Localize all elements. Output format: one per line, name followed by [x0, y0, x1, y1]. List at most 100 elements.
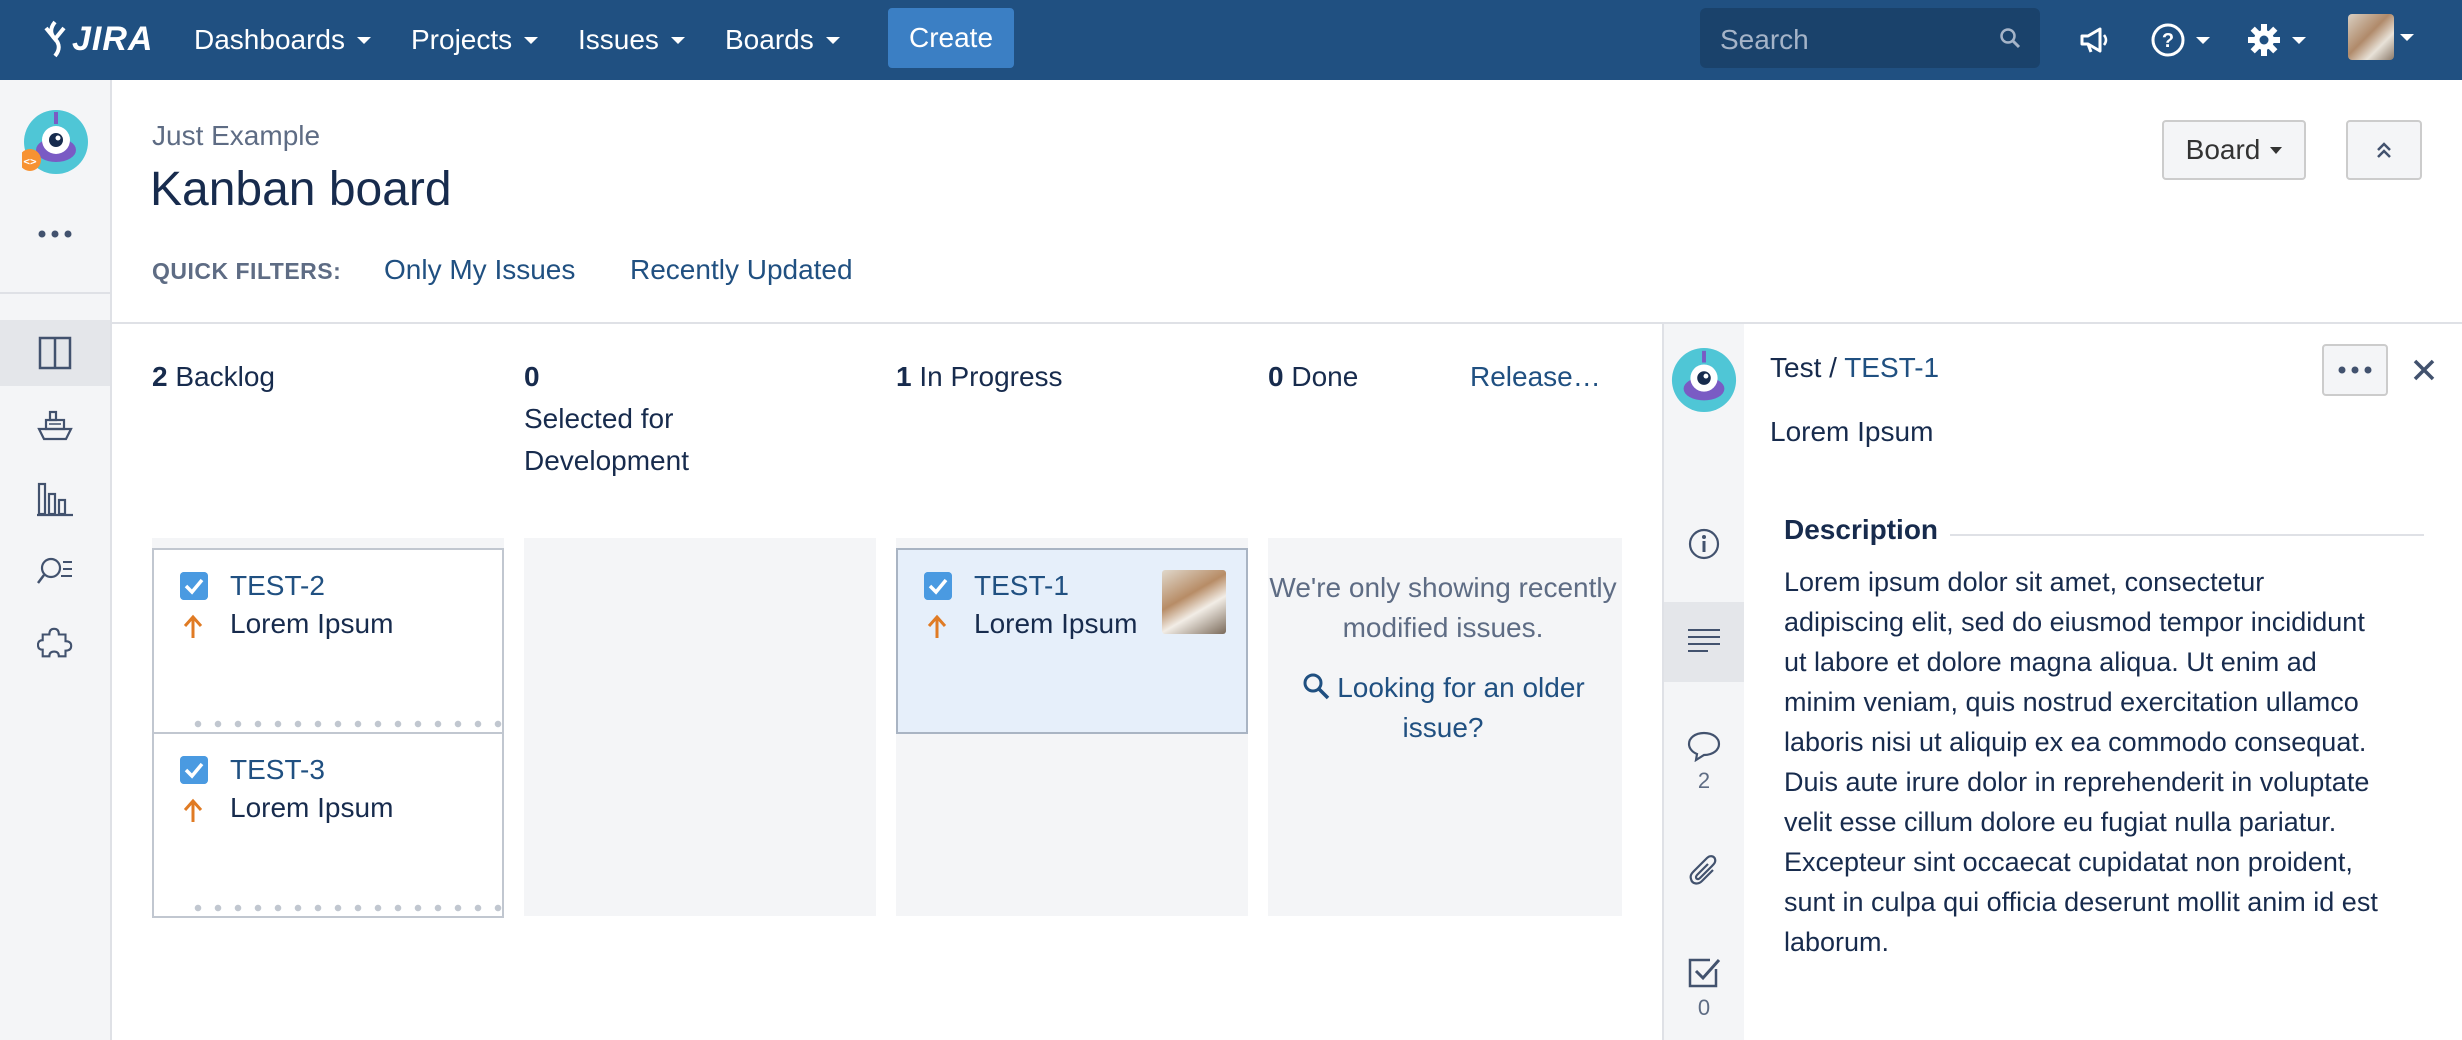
gear-icon: [2248, 24, 2280, 56]
older-issues-link[interactable]: Looking for an older issue?: [1268, 668, 1618, 748]
sidebar-item-releases[interactable]: [0, 392, 110, 458]
quick-filters-label: QUICK FILTERS:: [152, 258, 342, 284]
ship-icon: [37, 410, 73, 441]
sidebar-item-board[interactable]: [0, 320, 110, 386]
checklist-count: 0: [1697, 995, 1711, 1020]
sidebar-divider: [0, 292, 110, 294]
column-count: 2: [152, 361, 168, 392]
bar-chart-icon: [37, 482, 73, 517]
nav-dashboards-label: Dashboards: [194, 24, 345, 55]
description-heading: Description: [1784, 514, 1939, 545]
priority-arrow-up-icon: [927, 614, 947, 638]
help-menu-button[interactable]: ?: [2150, 16, 2210, 64]
detail-more-actions-button[interactable]: [2322, 344, 2388, 396]
issue-card-test-2[interactable]: TEST-2 Lorem Ipsum: [152, 548, 506, 734]
detail-nav-comments[interactable]: 2: [1664, 714, 1744, 810]
search-icon: [1303, 673, 1330, 700]
column-count: 0: [524, 361, 540, 392]
issue-key[interactable]: TEST-2: [230, 570, 325, 602]
issue-card-test-3[interactable]: TEST-3 Lorem Ipsum: [152, 732, 506, 918]
megaphone-icon: [2080, 27, 2108, 53]
create-button[interactable]: Create: [888, 8, 1014, 68]
older-issues-link-label: Looking for an older issue?: [1337, 672, 1585, 743]
recent-issues-message: We're only showing recently modified iss…: [1269, 572, 1617, 643]
svg-text:?: ?: [2162, 30, 2174, 52]
search-placeholder: Search: [1720, 24, 1809, 55]
logo-text: JIRA: [72, 19, 154, 58]
column-header-in-progress: 1 In Progress: [896, 356, 1236, 398]
column-header-done: 0 Done: [1268, 356, 1448, 398]
sidebar-item-reports[interactable]: [0, 466, 110, 532]
chevron-down-icon: [670, 36, 685, 44]
sidebar-item-issues[interactable]: [0, 538, 110, 604]
column-name: Done: [1291, 361, 1359, 392]
top-navigation-bar: JIRA Dashboards Projects Issues Boards C…: [0, 0, 2462, 80]
description-heading-rule: [1950, 534, 2424, 536]
search-input[interactable]: Search: [1700, 8, 2040, 68]
detail-issue-key-link[interactable]: TEST-1: [1844, 352, 1939, 383]
close-icon[interactable]: [2410, 356, 2438, 384]
sidebar-item-add-ons[interactable]: [0, 610, 110, 676]
user-avatar[interactable]: [2348, 14, 2394, 60]
nav-boards[interactable]: Boards: [725, 0, 840, 80]
assignee-avatar: [1162, 570, 1226, 634]
issue-summary: Lorem Ipsum: [230, 792, 394, 823]
chevron-down-icon: [2270, 146, 2283, 154]
release-link[interactable]: Release…: [1470, 356, 1601, 398]
column-header-selected: 0 Selected for Development: [524, 356, 724, 482]
detail-nav-checklist[interactable]: 0: [1664, 942, 1744, 1034]
detail-nav-attachments[interactable]: [1664, 840, 1744, 900]
task-type-icon: [924, 572, 952, 600]
comments-count: 2: [1697, 768, 1711, 793]
priority-arrow-up-icon: [183, 614, 203, 638]
nav-boards-label: Boards: [725, 24, 814, 55]
column-selected-for-development: [524, 538, 876, 916]
detail-nav-details[interactable]: [1664, 508, 1744, 580]
more-options-icon[interactable]: [38, 230, 72, 238]
breadcrumb[interactable]: Just Example: [152, 120, 320, 152]
search-icon: [2000, 28, 2021, 49]
card-grabber: [188, 904, 506, 912]
column-name: Selected for Development: [524, 403, 689, 476]
column-name: In Progress: [919, 361, 1063, 392]
description-text[interactable]: Lorem ipsum dolor sit amet, consectetur …: [1784, 562, 2384, 962]
issue-summary: Lorem Ipsum: [974, 608, 1138, 639]
more-options-icon: [2338, 366, 2372, 374]
chevron-down-icon: [2292, 36, 2306, 44]
collapse-header-button[interactable]: [2346, 120, 2422, 180]
detail-nav-description[interactable]: [1664, 602, 1744, 682]
description-lines-icon: [1688, 629, 1720, 652]
quick-filter-only-my-issues[interactable]: Only My Issues: [384, 254, 575, 286]
announcement-button[interactable]: [2078, 16, 2112, 64]
chevron-down-icon: [2400, 34, 2414, 41]
help-icon: ?: [2151, 23, 2185, 57]
checklist-icon: [1688, 958, 1721, 988]
board-menu-label: Board: [2185, 134, 2261, 165]
nav-issues[interactable]: Issues: [578, 0, 685, 80]
detail-project-link[interactable]: Test: [1770, 352, 1821, 383]
issue-search-icon: [37, 557, 72, 584]
issue-key[interactable]: TEST-3: [230, 754, 325, 786]
comment-icon: [1687, 731, 1721, 762]
paperclip-icon: [1689, 855, 1717, 885]
nav-projects-label: Projects: [411, 24, 513, 55]
priority-arrow-up-icon: [183, 798, 203, 822]
task-type-icon: [180, 572, 208, 600]
project-avatar[interactable]: <>: [22, 108, 92, 178]
page-title: Kanban board: [150, 163, 452, 216]
issue-key[interactable]: TEST-1: [974, 570, 1069, 602]
nav-projects[interactable]: Projects: [411, 0, 539, 80]
board-menu-button[interactable]: Board: [2162, 120, 2306, 180]
detail-issue-summary[interactable]: Lorem Ipsum: [1770, 416, 1933, 448]
jira-logo[interactable]: JIRA: [40, 14, 153, 64]
quick-filter-recently-updated[interactable]: Recently Updated: [630, 254, 853, 286]
settings-menu-button[interactable]: [2246, 16, 2306, 64]
detail-breadcrumb: Test / TEST-1: [1770, 352, 1939, 384]
card-grabber: [188, 720, 506, 728]
double-chevron-up-icon: [2377, 142, 2391, 158]
svg-text:<>: <>: [23, 155, 37, 168]
nav-dashboards[interactable]: Dashboards: [194, 0, 371, 80]
project-avatar: [1671, 347, 1737, 413]
issue-card-test-1[interactable]: TEST-1 Lorem Ipsum: [896, 548, 1248, 734]
detail-panel-nav: 2 0: [1664, 324, 1744, 1040]
